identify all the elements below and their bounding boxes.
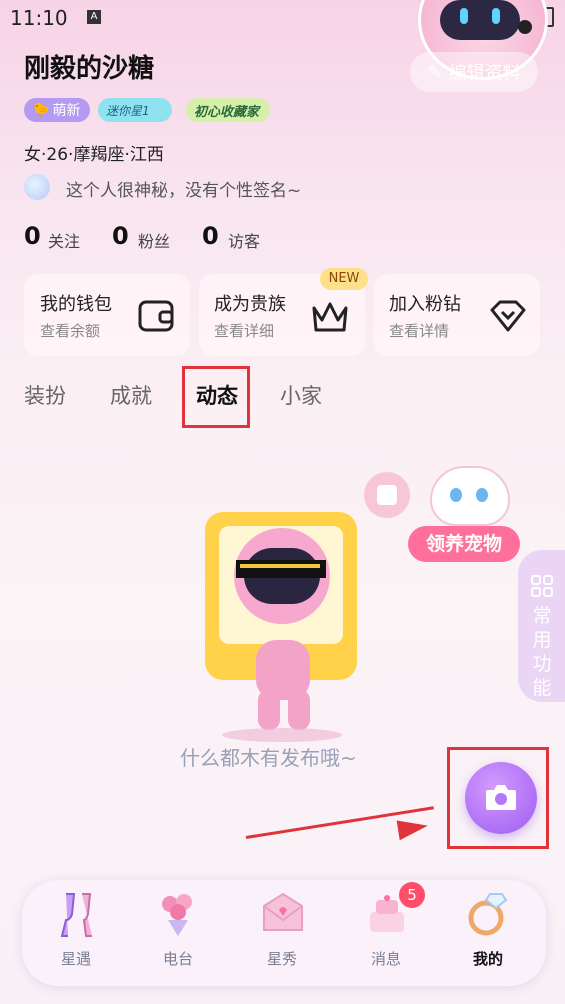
nav-xingyu[interactable]: 星遇 xyxy=(46,948,106,969)
noble-sub: 查看详细 xyxy=(214,322,275,340)
badge-mini-star[interactable]: 迷你星1 xyxy=(98,98,172,122)
sunglasses-stripe xyxy=(240,564,320,568)
nav-xingxiu[interactable]: 星秀 xyxy=(252,948,312,969)
avatar-eye-icon xyxy=(492,8,500,24)
edit-profile-label: 编辑资料 xyxy=(448,63,521,84)
bubble-icon xyxy=(24,174,50,200)
tab-highlight-box xyxy=(182,366,250,428)
flowers-icon[interactable] xyxy=(154,890,204,938)
tab-dressup[interactable]: 装扮 xyxy=(24,380,66,410)
tab-achievements[interactable]: 成就 xyxy=(110,380,152,410)
wallet-sub: 查看余额 xyxy=(40,322,101,340)
following-label[interactable]: 关注 xyxy=(48,228,80,252)
avatar-visor xyxy=(440,0,520,40)
adopt-pet-button[interactable]: 领养宠物 xyxy=(408,526,520,562)
status-time: 11:10 xyxy=(10,6,68,30)
sunglasses-illustration xyxy=(236,560,326,578)
cat-eye xyxy=(450,488,462,502)
grid-icon xyxy=(531,575,553,597)
list-icon xyxy=(377,485,397,505)
visitors-count[interactable]: 0 xyxy=(202,222,219,250)
champagne-icon[interactable] xyxy=(52,890,102,938)
badge-collector[interactable]: 初心收藏家 xyxy=(186,98,270,122)
fans-label[interactable]: 粉丝 xyxy=(138,228,170,252)
camera-icon xyxy=(486,785,516,810)
nav-wode[interactable]: 我的 xyxy=(458,948,518,969)
illustration-shadow xyxy=(222,728,342,742)
wallet-icon xyxy=(138,300,174,332)
ring-icon[interactable] xyxy=(462,890,512,938)
notification-a-icon: A xyxy=(87,10,101,24)
profile-info: 女·26·摩羯座·江西 xyxy=(24,145,164,165)
chick-icon: 🐤 xyxy=(32,102,50,118)
empty-state-text: 什么都木有发布哦~ xyxy=(180,746,357,770)
diamond-icon xyxy=(490,300,526,332)
tab-home[interactable]: 小家 xyxy=(280,380,322,410)
nav-xiaoxi[interactable]: 消息 xyxy=(356,948,416,969)
following-count[interactable]: 0 xyxy=(24,222,41,250)
message-count-badge: 5 xyxy=(399,882,425,908)
annotation-arrow-head xyxy=(396,815,430,841)
common-functions-label: 常用功能 xyxy=(532,605,552,699)
cat-eye xyxy=(476,488,488,502)
pink-diamond-sub: 查看详情 xyxy=(389,322,450,340)
username: 刚毅的沙糖 xyxy=(24,54,155,84)
astronaut-leg xyxy=(288,690,310,730)
envelope-icon[interactable] xyxy=(258,890,308,938)
front-camera-dot xyxy=(518,20,532,34)
new-badge: NEW xyxy=(320,268,368,290)
crown-icon xyxy=(312,302,348,332)
fans-count[interactable]: 0 xyxy=(112,222,129,250)
visitors-label[interactable]: 访客 xyxy=(228,228,260,252)
pink-diamond-title: 加入粉钻 xyxy=(389,294,461,315)
edit-profile-button[interactable]: ✎ 编辑资料 xyxy=(410,52,538,92)
noble-title: 成为贵族 xyxy=(214,294,286,315)
pencil-icon: ✎ xyxy=(427,61,443,83)
avatar-eye-icon xyxy=(460,8,468,24)
cat-icon[interactable] xyxy=(430,466,510,526)
signature[interactable]: 这个人很神秘，没有个性签名~ xyxy=(66,176,301,201)
wallet-title: 我的钱包 xyxy=(40,294,112,315)
badge-newbie[interactable]: 🐤 萌新 xyxy=(24,98,90,122)
nav-diantai[interactable]: 电台 xyxy=(148,948,208,969)
badge-newbie-label: 萌新 xyxy=(52,103,81,119)
astronaut-leg xyxy=(258,690,280,730)
